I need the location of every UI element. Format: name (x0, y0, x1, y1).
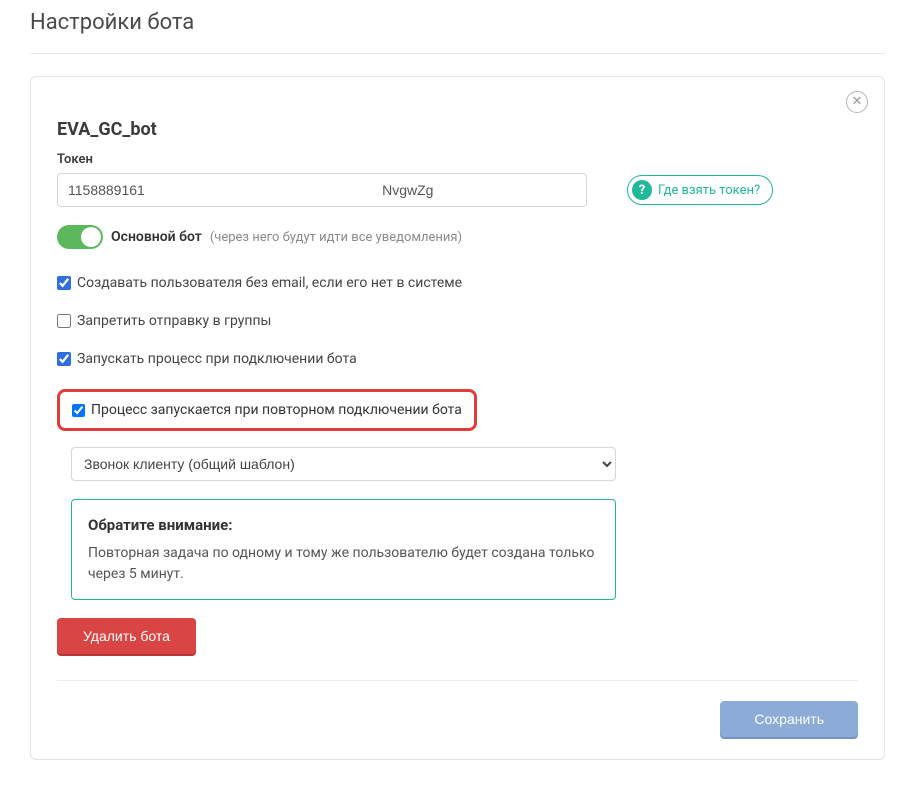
checkbox-start-process-label: Запускать процесс при подключении бота (77, 351, 357, 367)
main-bot-label: Основной бот (111, 229, 202, 245)
notice-body: Повторная задача по одному и тому же пол… (88, 543, 599, 585)
close-icon[interactable]: ✕ (846, 91, 868, 113)
save-button[interactable]: Сохранить (720, 701, 858, 737)
check-create-user[interactable]: Создавать пользователя без email, если е… (57, 275, 858, 291)
token-label: Токен (57, 152, 858, 167)
process-template-select[interactable]: Звонок клиенту (общий шаблон) (71, 447, 616, 481)
main-bot-toggle-row: Основной бот (через него будут идти все … (57, 225, 858, 249)
notice-box: Обратите внимание: Повторная задача по о… (71, 499, 616, 600)
checkbox-create-user-label: Создавать пользователя без email, если е… (77, 275, 462, 291)
main-bot-toggle[interactable] (57, 225, 103, 249)
page-title: Настройки бота (30, 10, 885, 54)
checkbox-create-user[interactable] (57, 276, 71, 290)
highlight-restart-process: Процесс запускается при повторном подклю… (57, 389, 477, 431)
question-icon: ? (632, 180, 652, 200)
delete-bot-button[interactable]: Удалить бота (57, 618, 196, 654)
help-token-link[interactable]: ? Где взять токен? (627, 175, 773, 205)
token-row: ? Где взять токен? (57, 173, 858, 207)
check-forbid-group[interactable]: Запретить отправку в группы (57, 313, 858, 329)
help-token-text: Где взять токен? (658, 183, 760, 198)
process-settings-block: Звонок клиенту (общий шаблон) Обратите в… (71, 447, 616, 600)
toggle-knob (81, 227, 101, 247)
checkbox-forbid-group-label: Запретить отправку в группы (77, 313, 271, 329)
bot-name: EVA_GC_bot (57, 119, 858, 140)
settings-card: ✕ EVA_GC_bot Токен ? Где взять токен? Ос… (30, 76, 885, 760)
checkbox-restart-process-label: Процесс запускается при повторном подклю… (91, 402, 462, 418)
main-bot-hint: (через него будут идти все уведомления) (210, 230, 462, 245)
checkbox-forbid-group[interactable] (57, 314, 71, 328)
notice-title: Обратите внимание: (88, 514, 599, 537)
check-start-process[interactable]: Запускать процесс при подключении бота (57, 351, 858, 367)
checkbox-restart-process[interactable] (72, 404, 85, 417)
checkbox-start-process[interactable] (57, 352, 71, 366)
card-footer: Сохранить (57, 680, 858, 737)
token-input[interactable] (57, 173, 587, 207)
